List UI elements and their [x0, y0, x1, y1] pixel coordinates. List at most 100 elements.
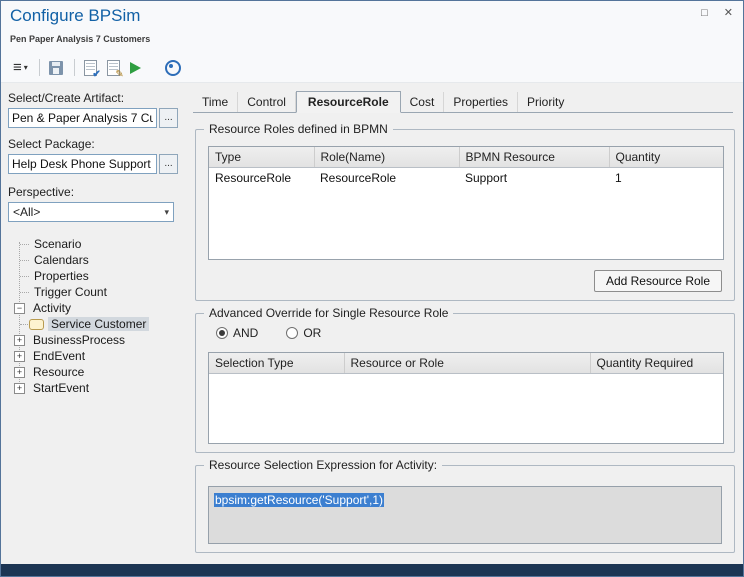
tree-item-label: StartEvent	[30, 381, 92, 395]
column-header-bpmn-resource[interactable]: BPMN Resource	[459, 147, 609, 168]
left-panel: Select/Create Artifact: ... Select Packa…	[1, 83, 187, 564]
tree-item-startevent[interactable]: + StartEvent	[8, 380, 187, 396]
expand-icon[interactable]: +	[14, 335, 25, 346]
radio-or[interactable]: OR	[286, 326, 321, 340]
tab-control[interactable]: Control	[238, 92, 296, 112]
expand-icon[interactable]: +	[14, 367, 25, 378]
toolbar: ≡ ▾ ✔ ✎	[1, 53, 743, 83]
bpsim-tools-button[interactable]	[161, 58, 185, 78]
expand-icon[interactable]: +	[14, 383, 25, 394]
configuration-tree: Scenario Calendars Properties Trigger Co…	[8, 236, 187, 396]
expand-icon[interactable]: +	[14, 351, 25, 362]
maximize-button[interactable]: □	[701, 7, 708, 19]
bpsim-ring-icon	[165, 60, 181, 76]
check-icon: ✔	[92, 70, 100, 80]
titlebar: Configure BPSim Pen Paper Analysis 7 Cus…	[1, 1, 743, 53]
artifact-field-row: ...	[8, 108, 187, 128]
window-controls: □ ✕	[701, 7, 733, 19]
perspective-label: Perspective:	[8, 185, 187, 199]
package-field-row: ...	[8, 154, 187, 174]
status-bar	[1, 564, 743, 576]
advanced-override-group-title: Advanced Override for Single Resource Ro…	[204, 306, 453, 320]
tree-item-label: EndEvent	[30, 349, 88, 363]
tree-item-endevent[interactable]: + EndEvent	[8, 348, 187, 364]
toolbar-separator	[74, 59, 75, 76]
advanced-override-group: Advanced Override for Single Resource Ro…	[195, 313, 735, 453]
table-header-row: Type Role(Name) BPMN Resource Quantity	[209, 147, 723, 168]
package-label: Select Package:	[8, 137, 187, 151]
tab-time[interactable]: Time	[193, 92, 238, 112]
tree-item-label: Resource	[30, 365, 87, 379]
tree-item-label: Scenario	[31, 237, 84, 251]
column-header-selection-type[interactable]: Selection Type	[209, 353, 344, 374]
radio-unselected-icon	[286, 327, 298, 339]
toolbar-separator	[39, 59, 40, 76]
expression-group-title: Resource Selection Expression for Activi…	[204, 458, 442, 472]
right-panel: Time Control ResourceRole Cost Propertie…	[187, 83, 743, 564]
radio-or-label: OR	[303, 326, 321, 340]
tree-item-resource[interactable]: + Resource	[8, 364, 187, 380]
tree-item-label: Activity	[30, 301, 74, 315]
column-header-role-name[interactable]: Role(Name)	[314, 147, 459, 168]
tab-strip: Time Control ResourceRole Cost Propertie…	[193, 91, 733, 113]
override-table-wrap: Selection Type Resource or Role Quantity…	[208, 352, 724, 444]
tree-item-calendars[interactable]: Calendars	[8, 252, 187, 268]
tab-priority[interactable]: Priority	[518, 92, 573, 112]
perspective-select[interactable]: <All> ▾	[8, 202, 174, 222]
tree-item-activity[interactable]: − Activity	[8, 300, 187, 316]
tree-item-label: Trigger Count	[31, 285, 110, 299]
play-icon	[130, 62, 141, 74]
column-header-quantity[interactable]: Quantity	[609, 147, 723, 168]
close-button[interactable]: ✕	[724, 7, 733, 19]
hamburger-icon: ≡	[13, 61, 22, 75]
resource-roles-table-wrap: Type Role(Name) BPMN Resource Quantity R…	[208, 146, 724, 260]
perspective-value: <All>	[13, 205, 40, 219]
package-browse-button[interactable]: ...	[159, 154, 178, 174]
tree-item-label: BusinessProcess	[30, 333, 128, 347]
edit-configuration-button[interactable]: ✎	[103, 58, 124, 78]
package-input[interactable]	[8, 154, 157, 174]
artifact-browse-button[interactable]: ...	[159, 108, 178, 128]
validate-configuration-button[interactable]: ✔	[80, 58, 101, 78]
column-header-quantity-required[interactable]: Quantity Required	[590, 353, 723, 374]
tab-cost[interactable]: Cost	[401, 92, 445, 112]
column-header-type[interactable]: Type	[209, 147, 314, 168]
resource-roles-group: Resource Roles defined in BPMN Type Role…	[195, 129, 735, 301]
menu-button[interactable]: ≡ ▾	[9, 59, 32, 77]
save-button[interactable]	[45, 59, 67, 77]
cell-type: ResourceRole	[209, 168, 314, 189]
tree-item-scenario[interactable]: Scenario	[8, 236, 187, 252]
activity-icon	[29, 319, 44, 330]
expression-group: Resource Selection Expression for Activi…	[195, 465, 735, 553]
chevron-down-icon: ▾	[164, 207, 169, 218]
collapse-icon[interactable]: −	[14, 303, 25, 314]
tab-properties[interactable]: Properties	[444, 92, 518, 112]
cell-role-name: ResourceRole	[314, 168, 459, 189]
column-header-resource-or-role[interactable]: Resource or Role	[344, 353, 590, 374]
run-simulation-button[interactable]	[126, 60, 145, 76]
radio-and-label: AND	[233, 326, 258, 340]
expression-editor[interactable]: bpsim:getResource('Support',1)	[208, 486, 722, 544]
cell-quantity: 1	[609, 168, 723, 189]
resource-roles-group-title: Resource Roles defined in BPMN	[204, 122, 393, 136]
tree-item-properties[interactable]: Properties	[8, 268, 187, 284]
tree-item-trigger-count[interactable]: Trigger Count	[8, 284, 187, 300]
add-resource-role-button[interactable]: Add Resource Role	[594, 270, 722, 292]
chevron-down-icon: ▾	[24, 63, 28, 72]
tree-item-label: Service Customer	[48, 317, 149, 331]
window-subtitle: Pen Paper Analysis 7 Customers	[10, 34, 150, 44]
pencil-icon: ✎	[115, 70, 123, 80]
tree-item-service-customer[interactable]: Service Customer	[8, 316, 187, 332]
document-edit-icon: ✎	[107, 60, 120, 76]
radio-and[interactable]: AND	[216, 326, 258, 340]
tree-item-businessprocess[interactable]: + BusinessProcess	[8, 332, 187, 348]
document-check-icon: ✔	[84, 60, 97, 76]
resource-roles-table: Type Role(Name) BPMN Resource Quantity R…	[209, 147, 723, 188]
tab-resourcerole[interactable]: ResourceRole	[296, 91, 401, 113]
configure-bpsim-window: Configure BPSim Pen Paper Analysis 7 Cus…	[0, 0, 744, 577]
table-row[interactable]: ResourceRole ResourceRole Support 1	[209, 168, 723, 189]
window-title: Configure BPSim	[10, 6, 140, 26]
table-header-row: Selection Type Resource or Role Quantity…	[209, 353, 723, 374]
artifact-input[interactable]	[8, 108, 157, 128]
override-radio-row: AND OR	[216, 326, 321, 340]
